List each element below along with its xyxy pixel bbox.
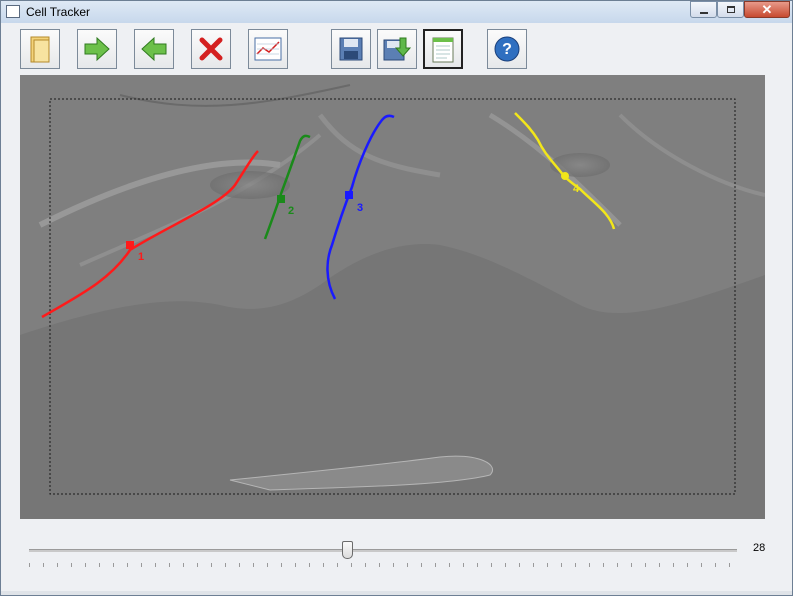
help-button[interactable]: ? [487,29,527,69]
track-3-marker[interactable] [345,191,353,199]
minimize-button[interactable] [690,1,717,18]
status-bar [1,591,792,595]
notes-button[interactable] [423,29,463,69]
disk-icon [339,37,363,61]
maximize-button[interactable] [717,1,744,18]
frame-slider-track[interactable] [29,549,737,552]
svg-text:?: ? [502,41,512,58]
folder-icon [30,36,50,63]
track-1-label: 1 [138,251,144,263]
frame-number: 28 [753,542,766,554]
title-bar[interactable]: Cell Tracker ✕ [1,1,792,23]
previous-button[interactable] [134,29,174,69]
notepad-icon [432,37,454,63]
close-icon: ✕ [761,2,773,17]
arrow-right-icon [84,36,110,62]
track-4-label: 4 [573,183,580,195]
export-button[interactable] [377,29,417,69]
next-button[interactable] [77,29,117,69]
frame-slider-ticks [29,563,737,567]
arrow-left-icon [141,36,167,62]
help-icon: ? [494,36,520,62]
image-viewport[interactable]: 1 2 3 4 [20,75,765,519]
track-2-label: 2 [288,205,294,217]
chart-icon [254,37,282,61]
maximize-icon [727,6,735,13]
minimize-icon [700,12,708,14]
microscope-image: 1 2 3 4 [20,75,765,519]
window-title: Cell Tracker [26,5,91,19]
save-button[interactable] [331,29,371,69]
close-button[interactable]: ✕ [744,1,790,18]
chart-button[interactable] [248,29,288,69]
track-4-marker[interactable] [561,172,569,180]
track-1-marker[interactable] [126,241,134,249]
red-x-icon [199,37,223,61]
app-window: Cell Tracker ✕ ? 1 2 3 4 28 [0,0,793,596]
track-2-marker[interactable] [277,195,285,203]
frame-slider-thumb[interactable] [342,541,353,559]
disk-download-icon [383,37,412,61]
track-3-label: 3 [357,202,363,214]
app-icon [6,5,20,18]
delete-button[interactable] [191,29,231,69]
open-folder-button[interactable] [20,29,60,69]
